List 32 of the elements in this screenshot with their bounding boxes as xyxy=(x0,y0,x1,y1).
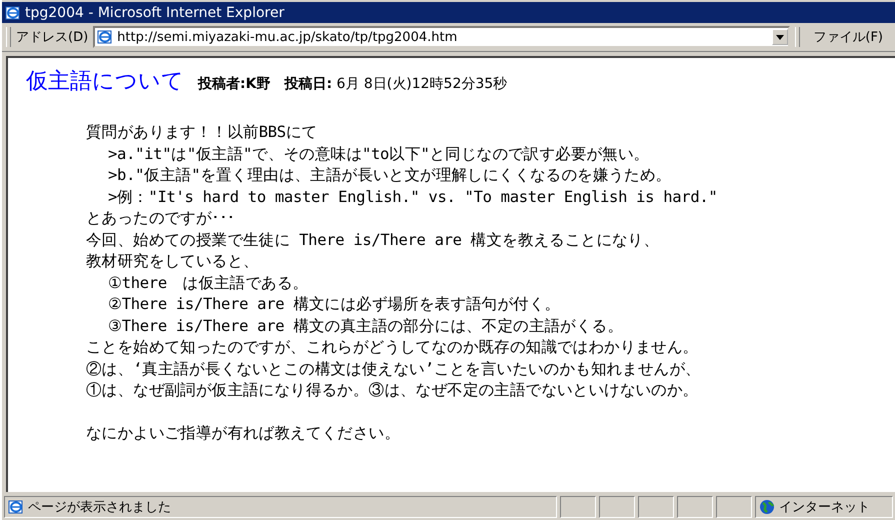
status-text: ページが表示されました xyxy=(28,499,171,516)
status-pane xyxy=(638,496,674,518)
status-pane xyxy=(677,496,713,518)
post-line: >例："It's hard to master English." vs. "To master English is hard." xyxy=(107,186,718,208)
browser-icon xyxy=(5,4,21,20)
post-line: 教材研究をしていると、 xyxy=(86,251,260,272)
post-title: 仮主語について xyxy=(26,68,184,96)
file-menu[interactable]: ファイル(F) xyxy=(805,28,891,46)
post-line: ことを始めて知ったのですが、これらがどうしてなのか既存の知識ではわかりません。 xyxy=(86,337,700,358)
post-line: なにかよいご指導が有れば教えてください。 xyxy=(86,422,402,444)
post-line: >a."it"は"仮主語"で、その意味は"to以下"と同じなので訳す必要が無い。 xyxy=(107,144,650,164)
post-line: ②There is/There are 構文には必ず場所を表す語句が付く。 xyxy=(107,294,562,315)
post-line: とあったのですが･･･ xyxy=(86,208,236,229)
post-author: 投稿者:K野 xyxy=(198,75,270,93)
status-pane xyxy=(716,496,752,518)
post-date: 投稿日: 6月 8日(火)12時52分35秒 xyxy=(284,75,508,93)
post-line: ②は、‘真主語が長くないとこの構文は使えない’ことを言いたいのかも知れませんが、 xyxy=(86,358,702,380)
post-line: 今回、始めての授業で生徒に There is/There are 構文を教えることになり、 xyxy=(86,230,660,250)
globe-icon xyxy=(759,499,775,515)
post-line: ③There is/There are 構文の真主語の部分には、不定の主語がくる。 xyxy=(107,316,624,336)
zone-text: インターネット xyxy=(779,499,870,516)
post-line: ①は、なぜ副詞が仮主語になり得るか。③は、なぜ不定の主語でないといけないのか。 xyxy=(86,380,700,401)
status-pane xyxy=(560,496,596,518)
status-pane xyxy=(599,496,635,518)
window-title: tpg2004 - Microsoft Internet Explorer xyxy=(25,4,284,20)
browser-icon xyxy=(97,29,114,45)
browser-icon xyxy=(8,499,24,515)
post-line: 質問があります！！以前BBSにて xyxy=(86,122,318,143)
address-label: アドレス(D) xyxy=(16,29,88,46)
post-line: ①there は仮主語である。 xyxy=(107,272,310,294)
post-line: >b."仮主語"を置く理由は、主語が長いと文が理解しにくくなるのを嫌うため。 xyxy=(107,165,672,186)
address-field[interactable]: http://semi.miyazaki-mu.ac.jp/skato/tp/tpg2004.htm xyxy=(93,26,790,48)
